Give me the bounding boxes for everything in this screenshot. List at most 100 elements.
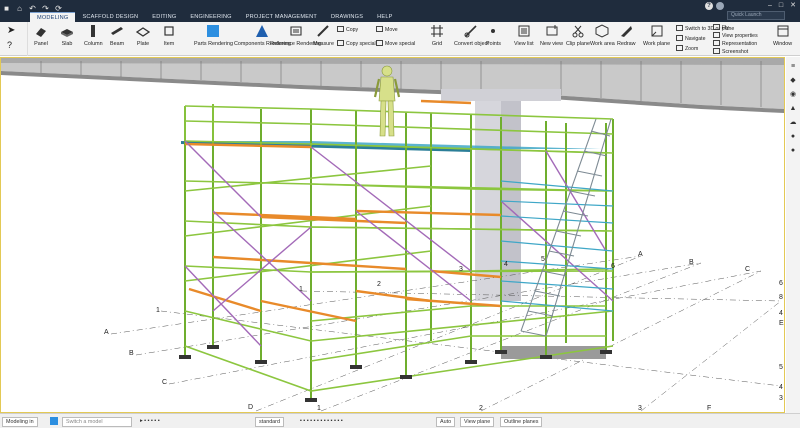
maximize-icon[interactable]: □ — [779, 2, 783, 10]
parts-rendering-icon — [207, 25, 220, 37]
grid-label: A — [638, 251, 643, 258]
work-plane-button[interactable]: Work plane — [643, 24, 670, 47]
view-list-icon — [518, 25, 530, 37]
fly-button[interactable]: Fly — [713, 24, 729, 31]
panel-button[interactable]: Panel — [34, 24, 48, 47]
copy-icon — [337, 26, 344, 32]
convert-object-button[interactable]: Convert object — [454, 24, 489, 47]
scissors-icon — [572, 25, 584, 38]
select-arrow-icon[interactable]: ➤ — [7, 25, 15, 36]
column-button[interactable]: Column — [84, 24, 103, 47]
settings-icon[interactable]: ▲ — [789, 105, 797, 112]
tab-engineering[interactable]: ENGINEERING — [183, 12, 238, 22]
home-icon[interactable]: ⌂ — [15, 4, 24, 13]
tab-editing[interactable]: EDITING — [145, 12, 183, 22]
representation-button[interactable]: Representation — [713, 40, 757, 47]
parts-rendering-button[interactable]: Parts Rendering — [194, 24, 233, 47]
navigate-button[interactable]: Navigate — [676, 35, 705, 42]
grid-label: 2 — [479, 405, 483, 412]
copy-special-icon — [337, 40, 344, 46]
window-button[interactable]: Window — [773, 24, 792, 47]
cloud-icon[interactable]: ☁ — [789, 119, 797, 126]
info-icon[interactable]: ● — [789, 147, 797, 154]
screenshot-button[interactable]: Screenshot — [713, 48, 748, 55]
beam-icon — [111, 27, 124, 35]
move-button[interactable]: Move — [376, 26, 398, 33]
points-button[interactable]: Points — [486, 24, 501, 47]
grid-label: 4 — [504, 261, 508, 268]
eye-icon[interactable]: ◉ — [789, 91, 797, 98]
tab-scaffold-design[interactable]: SCAFFOLD DESIGN — [75, 12, 145, 22]
grid-label: D — [248, 404, 254, 411]
view-properties-button[interactable]: View properties — [713, 32, 758, 39]
grid-label: 3 — [779, 395, 783, 402]
standard-select[interactable]: standard — [255, 417, 284, 427]
grid-label: 3 — [459, 266, 463, 273]
view-list-button[interactable]: View list — [514, 24, 534, 47]
view-plane-select[interactable]: View plane — [460, 417, 495, 427]
beam-button[interactable]: Beam — [110, 24, 124, 47]
copy-special-button[interactable]: Copy special — [337, 40, 376, 47]
convert-object-icon — [464, 25, 477, 38]
scaffold-structure — [179, 65, 614, 402]
work-area-button[interactable]: Work area — [590, 24, 615, 47]
tab-project-management[interactable]: PROJECT MANAGEMENT — [239, 12, 324, 22]
screenshot-icon — [713, 48, 720, 54]
grid-label: B — [129, 350, 134, 357]
grid-label: 4 — [779, 310, 783, 317]
inquire-icon[interactable]: ? — [7, 40, 12, 50]
model-viewport[interactable]: 1 A B C D 1 2 3 F A B C 6 8 4 E 5 4 3 1 … — [0, 57, 785, 413]
zoom-button[interactable]: Zoom — [676, 45, 698, 52]
grid-icon — [431, 25, 443, 37]
redraw-button[interactable]: Redraw — [617, 24, 636, 47]
snap-switches: ▪ ▪ ▪ ▪ ▪ ▪ ▪ ▪ ▪ ▪ ▪ ▪ ▪ — [300, 418, 343, 424]
move-icon — [376, 26, 383, 32]
outline-planes-select[interactable]: Outline planes — [500, 417, 543, 427]
selection-switch-icon[interactable] — [50, 417, 58, 425]
quick-launch-input[interactable]: Quick Launch — [727, 11, 785, 20]
scaffold-model-view[interactable] — [1, 58, 784, 412]
list-icon[interactable]: ● — [789, 133, 797, 140]
window-icon — [777, 25, 789, 37]
mode-select[interactable]: Modeling in — [2, 417, 38, 427]
reference-rendering-icon — [290, 26, 302, 36]
grid-label: 1 — [156, 307, 160, 314]
grid-label: A — [104, 329, 109, 336]
save-icon[interactable]: ■ — [2, 4, 11, 13]
close-icon[interactable]: ✕ — [790, 2, 796, 10]
grid-label: 3 — [638, 405, 642, 412]
components-rendering-icon — [256, 25, 269, 37]
tab-help[interactable]: HELP — [370, 12, 399, 22]
grid-label: C — [162, 379, 168, 386]
minimize-icon[interactable]: – — [768, 2, 772, 10]
measure-button[interactable]: Measure — [313, 24, 334, 47]
new-view-button[interactable]: New view — [540, 24, 563, 47]
user-avatar[interactable] — [716, 2, 724, 10]
navigate-icon — [676, 35, 683, 41]
property-pane-icon[interactable]: ≡ — [789, 63, 797, 70]
grid-label: 5 — [779, 364, 783, 371]
grid-label: 6 — [779, 280, 783, 287]
auto-select[interactable]: Auto — [436, 417, 456, 427]
plate-button[interactable]: Plate — [136, 24, 150, 47]
copy-button[interactable]: Copy — [337, 26, 358, 33]
grid-lines — [110, 255, 782, 412]
clip-plane-button[interactable]: Clip plane — [566, 24, 590, 47]
grid-button[interactable]: Grid — [430, 24, 444, 47]
grid-label: 8 — [779, 294, 783, 301]
grid-label: 5 — [541, 256, 545, 263]
command-input[interactable]: Switch a model — [62, 417, 132, 427]
grid-label: F — [707, 405, 712, 412]
work-plane-icon — [651, 25, 663, 37]
fly-icon — [713, 24, 720, 30]
new-view-icon — [546, 25, 558, 36]
move-special-icon — [376, 40, 383, 46]
tab-drawings[interactable]: DRAWINGS — [324, 12, 370, 22]
help-icon[interactable]: ? — [705, 2, 713, 10]
tab-modeling[interactable]: MODELING — [30, 12, 76, 22]
item-button[interactable]: Item — [162, 24, 176, 47]
slab-button[interactable]: Slab — [60, 24, 74, 47]
work-area-icon — [595, 24, 609, 38]
move-special-button[interactable]: Move special — [376, 40, 415, 47]
layers-icon[interactable]: ◆ — [789, 77, 797, 84]
